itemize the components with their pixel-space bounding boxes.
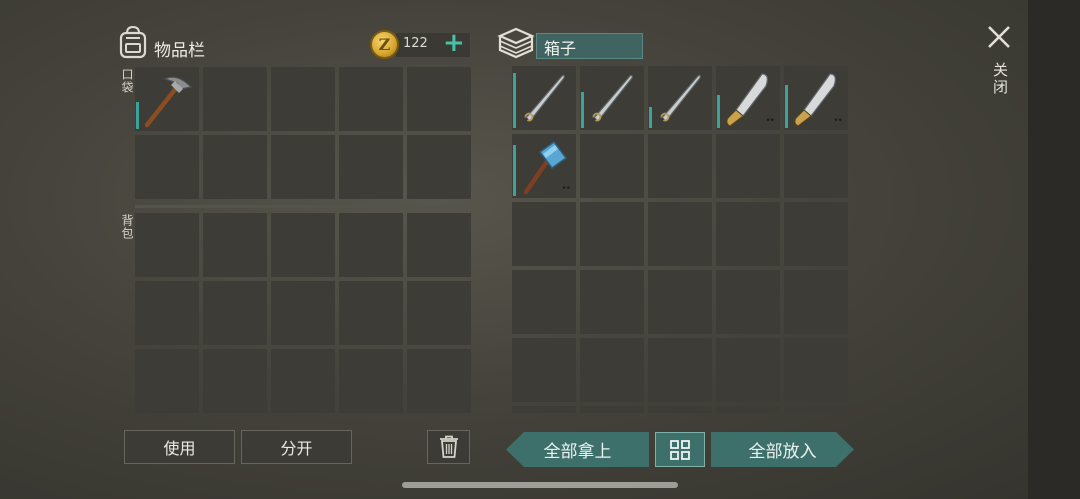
item-badge: •• [561, 184, 571, 194]
container-slot[interactable] [512, 406, 576, 413]
durability-bar [785, 85, 788, 128]
container-slot[interactable] [648, 134, 712, 198]
container-slot[interactable] [784, 270, 848, 334]
container-slot[interactable] [512, 66, 576, 130]
sort-button[interactable] [655, 432, 705, 467]
backpack-slot[interactable] [339, 213, 403, 277]
backpack-slot[interactable] [203, 213, 267, 277]
durability-bar [581, 92, 584, 128]
close-icon[interactable] [986, 22, 1012, 52]
item-badge: •• [765, 116, 775, 126]
coin-icon: Z [370, 30, 399, 59]
container-slot[interactable] [512, 338, 576, 402]
pocket-slot[interactable] [271, 135, 335, 199]
backpack-slot[interactable] [271, 213, 335, 277]
coin-amount: 122 [403, 36, 428, 51]
backpack-slot[interactable] [407, 281, 471, 345]
durability-bar [513, 145, 516, 196]
home-indicator[interactable] [402, 482, 678, 488]
backpack-icon [119, 25, 147, 59]
backpack-slot[interactable] [203, 281, 267, 345]
backpack-slot[interactable] [339, 281, 403, 345]
sword-icon [512, 66, 576, 130]
backpack-slot[interactable] [271, 349, 335, 413]
container-slot[interactable] [784, 338, 848, 402]
pocket-slot[interactable] [203, 67, 267, 131]
durability-bar [717, 95, 720, 128]
put-all-button[interactable]: 全部放入 [711, 432, 854, 467]
screen-edge [1028, 0, 1080, 499]
container-slot[interactable] [648, 338, 712, 402]
sword-icon [580, 66, 644, 130]
container-slot[interactable] [648, 406, 712, 413]
section-divider [135, 205, 470, 208]
take-all-button[interactable]: 全部拿上 [506, 432, 649, 467]
container-slot[interactable] [512, 202, 576, 266]
backpack-slot[interactable] [135, 349, 199, 413]
container-slot[interactable] [580, 66, 644, 130]
container-slot[interactable] [580, 134, 644, 198]
backpack-slot[interactable] [407, 213, 471, 277]
container-slot[interactable] [580, 202, 644, 266]
container-slot[interactable] [716, 202, 780, 266]
backpack-slot[interactable] [407, 349, 471, 413]
backpack-slot[interactable] [135, 213, 199, 277]
durability-bar [513, 73, 516, 128]
item-badge: •• [833, 116, 843, 126]
backpack-grid [135, 213, 471, 413]
container-slot[interactable] [580, 338, 644, 402]
container-slot[interactable] [648, 270, 712, 334]
box-icon [497, 27, 535, 59]
pocket-slot[interactable] [203, 135, 267, 199]
container-slot[interactable] [784, 202, 848, 266]
durability-bar [136, 102, 139, 129]
backpack-slot[interactable] [339, 349, 403, 413]
sword-icon [648, 66, 712, 130]
container-slot[interactable] [716, 270, 780, 334]
container-grid: •• •• •• [512, 66, 850, 413]
close-label[interactable]: 关闭 [990, 62, 1011, 96]
pocket-slot[interactable] [339, 67, 403, 131]
split-button[interactable]: 分开 [241, 430, 352, 464]
container-slot[interactable] [716, 406, 780, 413]
container-slot[interactable] [784, 134, 848, 198]
container-slot[interactable]: •• [512, 134, 576, 198]
container-slot[interactable] [580, 406, 644, 413]
container-slot[interactable]: •• [784, 66, 848, 130]
backpack-label: 背包 [120, 214, 134, 240]
container-slot[interactable] [716, 134, 780, 198]
use-button[interactable]: 使用 [124, 430, 235, 464]
pocket-label: 口袋 [120, 68, 134, 94]
container-slot[interactable] [716, 338, 780, 402]
durability-bar [649, 107, 652, 128]
pocket-grid [135, 67, 471, 199]
pocket-slot[interactable] [407, 67, 471, 131]
trash-button[interactable] [427, 430, 470, 464]
container-name: 箱子 [536, 33, 643, 59]
sort-grid-icon [670, 439, 690, 460]
pocket-slot[interactable] [135, 135, 199, 199]
pickaxe-icon [135, 67, 199, 131]
container-slot[interactable] [648, 202, 712, 266]
backpack-slot[interactable] [203, 349, 267, 413]
pocket-slot[interactable] [271, 67, 335, 131]
inventory-title: 物品栏 [154, 41, 205, 61]
pocket-slot[interactable] [135, 67, 199, 131]
container-slot[interactable] [580, 270, 644, 334]
trash-icon [439, 435, 458, 458]
container-slot[interactable] [512, 270, 576, 334]
container-slot[interactable] [648, 66, 712, 130]
pocket-slot[interactable] [339, 135, 403, 199]
container-slot[interactable]: •• [716, 66, 780, 130]
backpack-slot[interactable] [271, 281, 335, 345]
pocket-slot[interactable] [407, 135, 471, 199]
container-slot[interactable] [784, 406, 848, 413]
backpack-slot[interactable] [135, 281, 199, 345]
container-grid-viewport[interactable]: •• •• •• [512, 66, 850, 413]
add-coins-button[interactable]: + [443, 28, 465, 58]
